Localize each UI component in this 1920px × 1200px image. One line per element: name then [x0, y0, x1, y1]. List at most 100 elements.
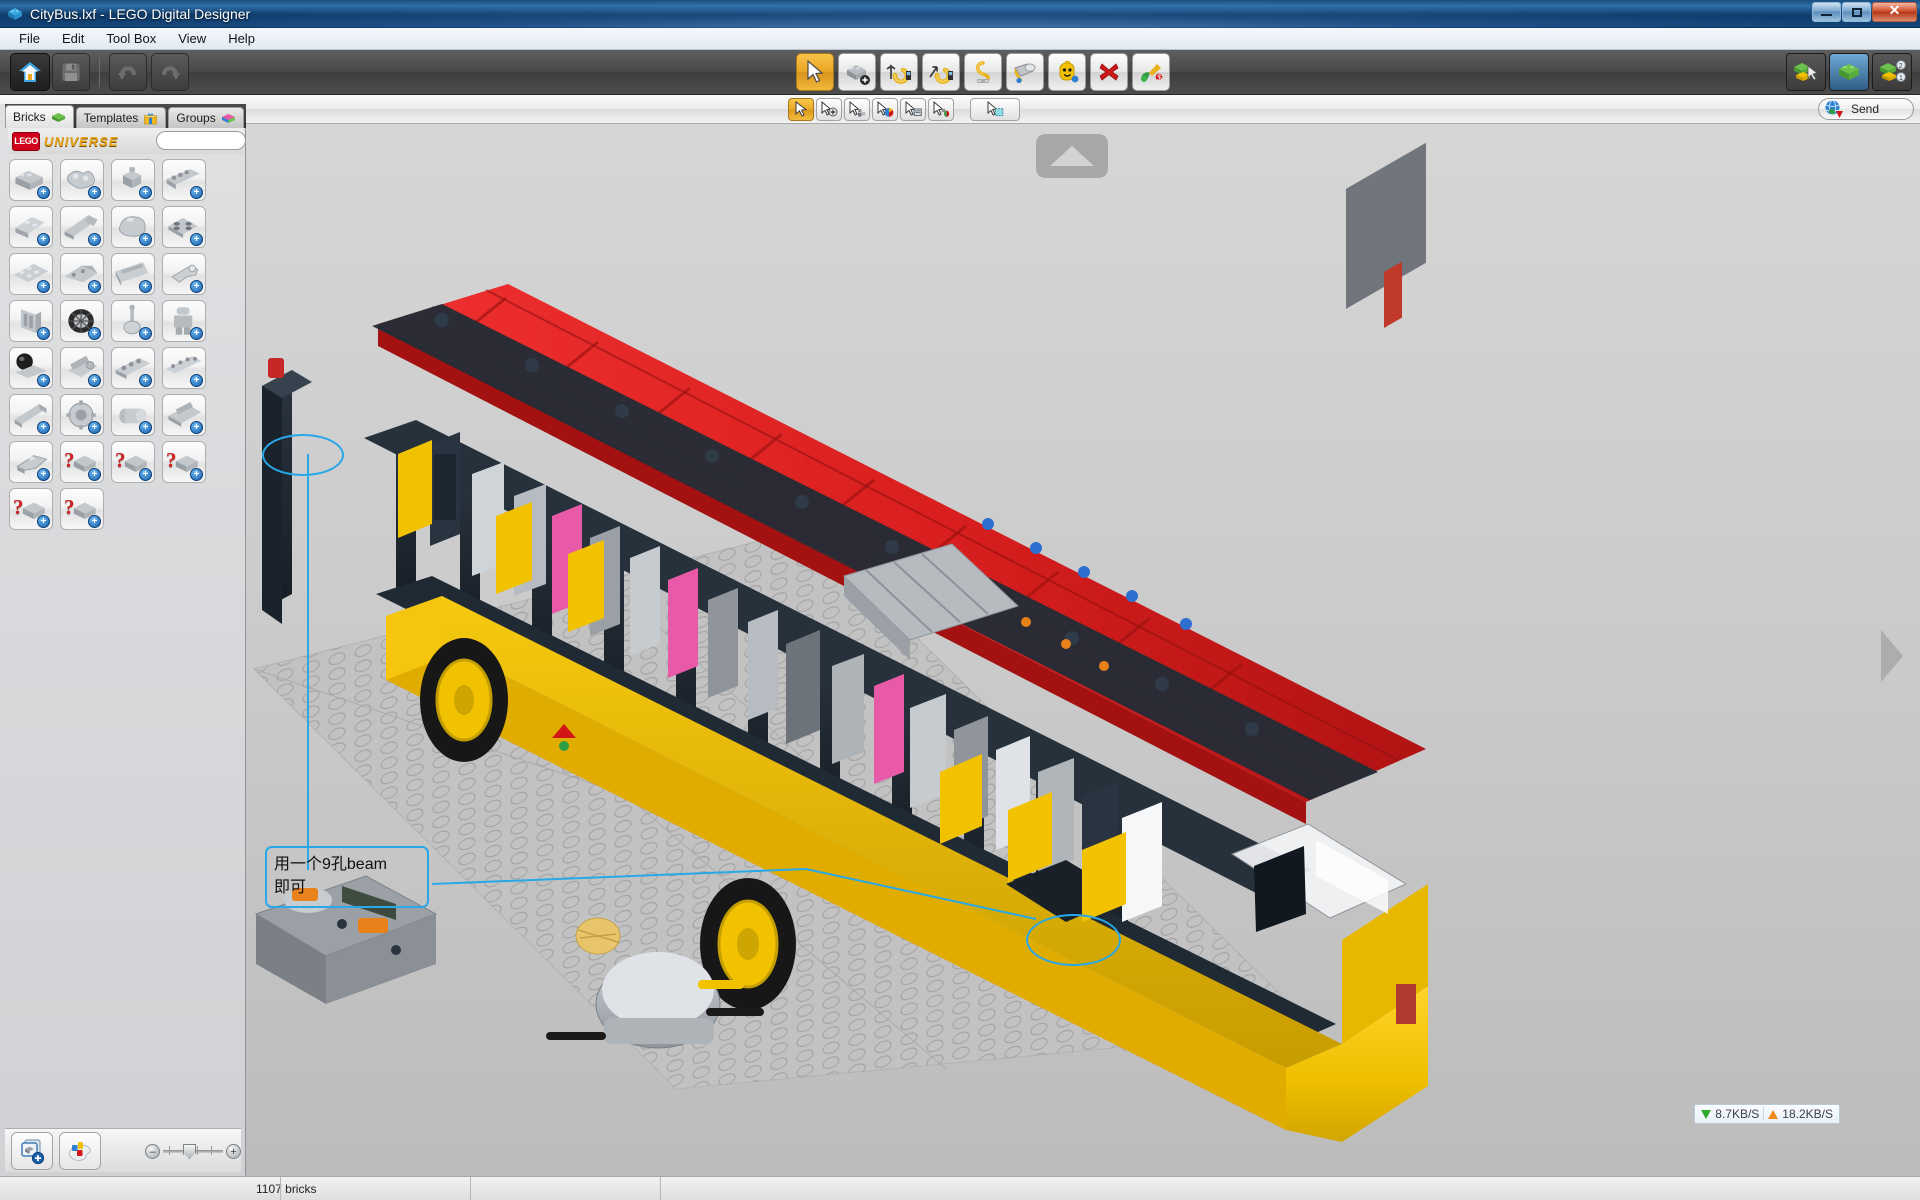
tool-clone[interactable] — [838, 53, 876, 91]
brick-item-15[interactable]: + — [111, 300, 155, 342]
add-brick-badge[interactable]: + — [190, 374, 203, 387]
add-brick-badge[interactable]: + — [139, 421, 152, 434]
brick-item-13[interactable]: + — [9, 300, 53, 342]
brick-item-18[interactable]: + — [60, 347, 104, 389]
brick-palette-stack-button[interactable] — [11, 1131, 53, 1170]
menu-help[interactable]: Help — [217, 29, 266, 48]
home-button[interactable] — [10, 53, 50, 91]
add-brick-badge[interactable]: + — [37, 515, 50, 528]
add-brick-badge[interactable]: + — [37, 233, 50, 246]
add-brick-badge[interactable]: + — [88, 327, 101, 340]
add-brick-badge[interactable]: + — [139, 280, 152, 293]
brick-item-14[interactable]: + — [60, 300, 104, 342]
add-brick-badge[interactable]: + — [190, 280, 203, 293]
brick-item-8[interactable]: + — [162, 206, 206, 248]
tab-groups[interactable]: Groups — [168, 107, 244, 128]
add-brick-badge[interactable]: + — [190, 186, 203, 199]
menu-edit[interactable]: Edit — [51, 29, 95, 48]
subtool-select-template[interactable] — [900, 97, 926, 121]
tool-hinge[interactable] — [880, 53, 918, 91]
subtool-select-all[interactable] — [970, 97, 1020, 121]
add-brick-badge[interactable]: + — [190, 327, 203, 340]
add-brick-badge[interactable]: + — [88, 186, 101, 199]
add-brick-badge[interactable]: + — [88, 468, 101, 481]
zoom-in-button[interactable]: + — [226, 1144, 241, 1159]
tool-delete[interactable] — [1090, 53, 1128, 91]
model-viewport[interactable]: 用一个9孔beam 即可 8.7KB/S 18.2KB/S — [246, 124, 1920, 1176]
brick-item-16[interactable]: + — [162, 300, 206, 342]
brick-item-26[interactable]: ? + — [60, 441, 104, 483]
add-brick-badge[interactable]: + — [139, 233, 152, 246]
brick-item-28[interactable]: ? + — [162, 441, 206, 483]
tool-paint[interactable] — [1006, 53, 1044, 91]
tab-templates[interactable]: Templates — [75, 107, 167, 128]
minimize-button[interactable] — [1812, 2, 1841, 22]
brick-item-2[interactable]: + — [60, 159, 104, 201]
add-brick-badge[interactable]: + — [139, 186, 152, 199]
brick-item-20[interactable]: + — [162, 347, 206, 389]
brick-item-29[interactable]: ? + — [9, 488, 53, 530]
subtool-select-color-type[interactable] — [928, 97, 954, 121]
undo-button[interactable] — [109, 53, 147, 91]
brick-item-1[interactable]: + — [9, 159, 53, 201]
brick-item-12[interactable]: + — [162, 253, 206, 295]
brick-item-24[interactable]: + — [162, 394, 206, 436]
add-brick-badge[interactable]: + — [190, 421, 203, 434]
brick-item-21[interactable]: + — [9, 394, 53, 436]
add-brick-badge[interactable]: + — [139, 374, 152, 387]
add-brick-badge[interactable]: + — [139, 468, 152, 481]
brick-item-6[interactable]: + — [60, 206, 104, 248]
subtool-select-single[interactable] — [788, 97, 814, 121]
redo-button[interactable] — [151, 53, 189, 91]
add-brick-badge[interactable]: + — [37, 186, 50, 199]
add-brick-badge[interactable]: + — [190, 233, 203, 246]
tab-bricks[interactable]: Bricks — [5, 105, 74, 128]
add-brick-badge[interactable]: + — [88, 280, 101, 293]
brick-item-10[interactable]: + — [60, 253, 104, 295]
add-brick-badge[interactable]: + — [88, 515, 101, 528]
tool-hinge-align[interactable] — [922, 53, 960, 91]
menu-tool-box[interactable]: Tool Box — [95, 29, 167, 48]
brick-item-27[interactable]: ? + — [111, 441, 155, 483]
brick-item-19[interactable]: + — [111, 347, 155, 389]
close-button[interactable]: ✕ — [1872, 2, 1917, 22]
save-button[interactable] — [52, 53, 90, 91]
color-palette-button[interactable] — [59, 1131, 101, 1170]
brick-item-22[interactable]: + — [60, 394, 104, 436]
mode-view[interactable] — [1829, 53, 1869, 91]
brick-item-30[interactable]: ? + — [60, 488, 104, 530]
add-brick-badge[interactable]: + — [37, 280, 50, 293]
nav-rotate-up-button[interactable] — [1036, 134, 1108, 178]
palette-zoom-slider[interactable]: – + — [145, 1143, 241, 1159]
tool-decorate[interactable]: $ — [1132, 53, 1170, 91]
subtool-select-connected[interactable] — [816, 97, 842, 121]
subtool-select-color[interactable] — [872, 97, 898, 121]
add-brick-badge[interactable]: + — [88, 421, 101, 434]
brick-item-5[interactable]: + — [9, 206, 53, 248]
brick-item-4[interactable]: + — [162, 159, 206, 201]
mode-build[interactable] — [1786, 53, 1826, 91]
brick-item-3[interactable]: + — [111, 159, 155, 201]
tool-flex[interactable] — [964, 53, 1002, 91]
subtool-select-brick-type[interactable] — [844, 97, 870, 121]
add-brick-badge[interactable]: + — [37, 421, 50, 434]
zoom-slider-knob[interactable] — [183, 1144, 196, 1159]
add-brick-badge[interactable]: + — [37, 374, 50, 387]
zoom-out-button[interactable]: – — [145, 1144, 160, 1159]
send-button[interactable]: Send — [1818, 98, 1914, 120]
add-brick-badge[interactable]: + — [37, 468, 50, 481]
nav-rotate-right-button[interactable] — [1872, 624, 1912, 688]
brick-item-9[interactable]: + — [9, 253, 53, 295]
tool-minifig[interactable] — [1048, 53, 1086, 91]
add-brick-badge[interactable]: + — [88, 374, 101, 387]
add-brick-badge[interactable]: + — [37, 327, 50, 340]
add-brick-badge[interactable]: + — [88, 233, 101, 246]
add-brick-badge[interactable]: + — [139, 327, 152, 340]
tool-select[interactable] — [796, 53, 834, 91]
menu-file[interactable]: File — [8, 29, 51, 48]
brick-search-input[interactable] — [156, 131, 246, 150]
mode-building-guide[interactable]: 2 1 — [1872, 53, 1912, 91]
brick-item-25[interactable]: + — [9, 441, 53, 483]
brick-item-11[interactable]: + — [111, 253, 155, 295]
maximize-button[interactable] — [1842, 2, 1871, 22]
